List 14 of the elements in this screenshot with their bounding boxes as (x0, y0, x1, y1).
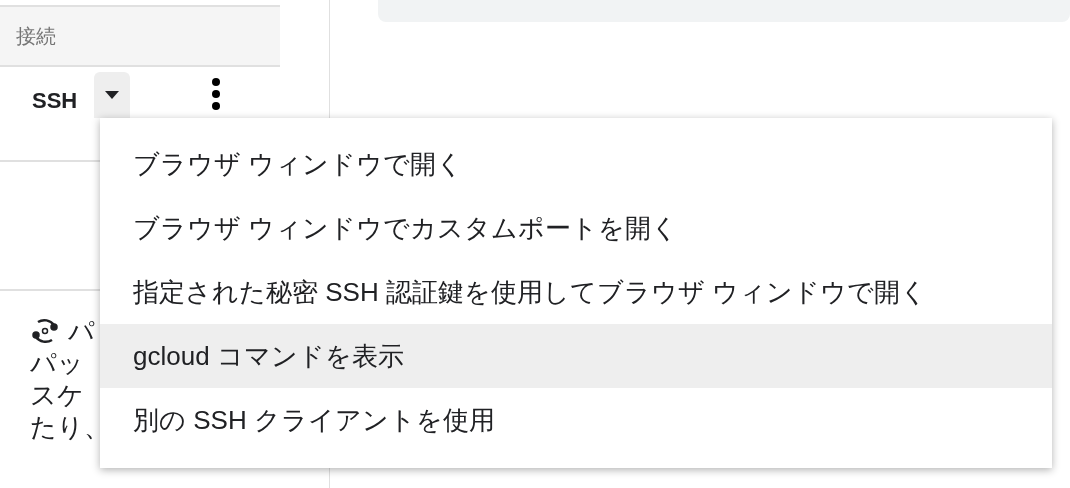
menu-item[interactable]: ブラウザ ウィンドウで開く (100, 132, 1052, 196)
menu-item[interactable]: ブラウザ ウィンドウでカスタムポートを開く (100, 196, 1052, 260)
section-title: パ (68, 315, 95, 347)
menu-item[interactable]: 指定された秘密 SSH 認証鍵を使用してブラウザ ウィンドウで開く (100, 260, 1052, 324)
menu-item[interactable]: gcloud コマンドを表示 (100, 324, 1052, 388)
ssh-label: SSH (32, 87, 78, 115)
column-header: 接続 (0, 5, 280, 67)
sync-icon (30, 316, 60, 346)
menu-item[interactable]: 別の SSH クライアントを使用 (100, 388, 1052, 452)
caret-icon (105, 91, 120, 99)
description-line: パッ (30, 347, 84, 379)
description-line: スケ (30, 379, 84, 411)
more-icon[interactable] (212, 78, 221, 110)
dropdown-button[interactable] (94, 72, 131, 118)
